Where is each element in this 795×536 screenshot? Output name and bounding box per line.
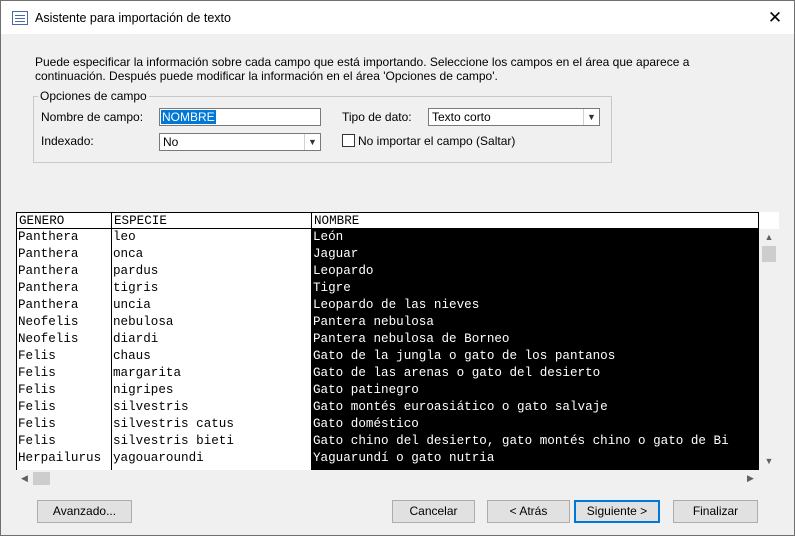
skip-field-label[interactable]: No importar el campo (Saltar) (358, 134, 515, 148)
table-cell: Felis (18, 366, 56, 380)
column-genero[interactable]: Panthera Panthera Panthera Panthera Panthera… (16, 229, 112, 470)
table-cell: Pantera nebulosa de Borneo (313, 332, 510, 346)
import-wizard-dialog: Asistente para importación de texto ✕ Pu… (0, 0, 795, 536)
vertical-scrollbar[interactable]: ▲ ▼ (759, 229, 779, 470)
table-cell: Herpailurus (18, 451, 102, 465)
table-cell: Felis (18, 349, 56, 363)
table-cell: uncia (113, 298, 151, 312)
data-type-value: Texto corto (432, 110, 491, 124)
scroll-up-arrow-icon[interactable]: ▲ (759, 229, 779, 246)
horizontal-scrollbar[interactable]: ◀ ▶ (16, 470, 779, 487)
table-cell: tigris (113, 281, 159, 295)
table-cell: margarita (113, 366, 182, 380)
skip-field-checkbox[interactable] (342, 134, 355, 147)
import-wizard-icon (12, 11, 28, 25)
close-icon[interactable]: ✕ (756, 1, 794, 34)
table-cell: Neofelis (18, 315, 79, 329)
chevron-down-icon[interactable]: ▼ (583, 109, 599, 125)
table-cell: Panthera (18, 230, 79, 244)
chevron-down-icon[interactable]: ▼ (304, 134, 320, 150)
advanced-button[interactable]: Avanzado... (37, 500, 132, 523)
table-cell: Jaguar (313, 247, 359, 261)
next-button[interactable]: Siguiente > (574, 500, 660, 523)
indexed-value: No (163, 135, 179, 149)
cancel-button[interactable]: Cancelar (392, 500, 475, 523)
back-button[interactable]: < Atrás (487, 500, 570, 523)
table-cell: onca (113, 247, 144, 261)
table-cell: Gato patinegro (313, 383, 419, 397)
data-type-label: Tipo de dato: (342, 110, 412, 124)
table-cell: Panthera (18, 298, 79, 312)
scroll-right-arrow-icon[interactable]: ▶ (742, 470, 759, 487)
table-cell: silvestris catus (113, 417, 234, 431)
title-bar: Asistente para importación de texto ✕ (1, 1, 794, 34)
table-cell: silvestris (113, 400, 189, 414)
data-preview-table: GENERO ESPECIE NOMBRE Panthera Panthera Pa… (16, 212, 759, 470)
table-cell: diardi (113, 332, 159, 346)
scroll-left-arrow-icon[interactable]: ◀ (16, 470, 33, 487)
vertical-scroll-thumb[interactable] (762, 246, 776, 262)
horizontal-scroll-thumb[interactable] (33, 472, 50, 485)
table-cell: Felis (18, 383, 56, 397)
table-cell: yagouaroundi (113, 451, 204, 465)
table-cell: Panthera (18, 247, 79, 261)
window-title: Asistente para importación de texto (35, 11, 231, 25)
table-cell: Felis (18, 434, 56, 448)
table-cell: Felis (18, 400, 56, 414)
field-options-legend: Opciones de campo (38, 89, 149, 103)
table-cell: silvestris bieti (113, 434, 234, 448)
table-cell: Leopardo de las nieves (313, 298, 480, 312)
table-cell: leo (113, 230, 136, 244)
data-type-select[interactable]: Texto corto ▼ (428, 108, 600, 126)
table-cell: Leopardo (313, 264, 374, 278)
table-cell: Panthera (18, 264, 79, 278)
table-cell: Felis (18, 417, 56, 431)
table-cell: nigripes (113, 383, 174, 397)
table-cell: Tigre (313, 281, 351, 295)
column-nombre-selected[interactable]: León Jaguar Leopardo Tigre Leopardo de las n… (312, 229, 759, 470)
data-preview-grid: GENERO ESPECIE NOMBRE Panthera Panthera Pa… (16, 212, 779, 470)
table-cell: Panthera (18, 281, 79, 295)
finish-button[interactable]: Finalizar (673, 500, 758, 523)
indexed-label: Indexado: (41, 134, 94, 148)
field-name-value: NOMBRE (161, 110, 216, 124)
instructions-text: Puede especificar la información sobre c… (35, 55, 690, 83)
table-cell: Gato doméstico (313, 417, 419, 431)
table-cell: Pantera nebulosa (313, 315, 434, 329)
indexed-select[interactable]: No ▼ (159, 133, 321, 151)
table-cell: pardus (113, 264, 159, 278)
table-cell: nebulosa (113, 315, 174, 329)
scroll-down-arrow-icon[interactable]: ▼ (759, 453, 779, 470)
table-cell: León (313, 230, 344, 244)
table-cell: Gato de la jungla o gato de los pantanos (313, 349, 616, 363)
table-cell: Gato de las arenas o gato del desierto (313, 366, 601, 380)
table-cell: Neofelis (18, 332, 79, 346)
table-cell: chaus (113, 349, 151, 363)
table-cell: Yaguarundí o gato nutria (313, 451, 495, 465)
column-especie[interactable]: leo onca pardus tigris uncia nebulosa diardi ch… (112, 229, 312, 470)
table-cell: Gato chino del desierto, gato montés chi… (313, 434, 729, 448)
field-name-label: Nombre de campo: (41, 110, 144, 124)
table-cell: Gato montés euroasiático o gato salvaje (313, 400, 608, 414)
field-name-input[interactable]: NOMBRE (159, 108, 321, 126)
column-header-nombre[interactable]: NOMBRE (312, 212, 759, 229)
column-header-genero[interactable]: GENERO (16, 212, 112, 229)
field-options-group (33, 96, 612, 163)
column-header-especie[interactable]: ESPECIE (112, 212, 312, 229)
